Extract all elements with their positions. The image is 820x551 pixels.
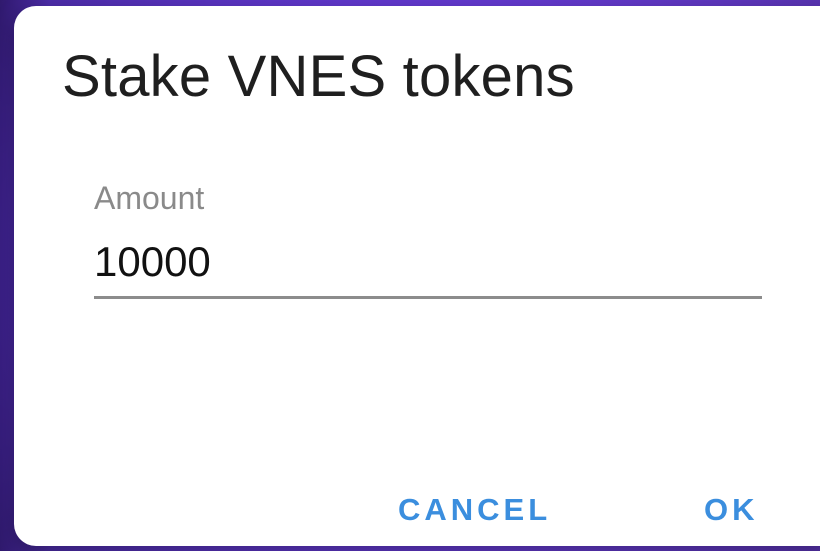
cancel-button[interactable]: CANCEL — [384, 480, 565, 540]
amount-field-underline — [94, 296, 762, 299]
amount-field: Amount — [94, 172, 762, 302]
dialog-actions: CANCEL OK — [330, 480, 820, 540]
amount-field-label: Amount — [94, 180, 205, 216]
stake-dialog: Stake VNES tokens Amount CANCEL OK — [14, 6, 820, 546]
ok-button[interactable]: OK — [690, 480, 773, 540]
dialog-title: Stake VNES tokens — [62, 44, 575, 109]
amount-input[interactable] — [94, 234, 762, 290]
